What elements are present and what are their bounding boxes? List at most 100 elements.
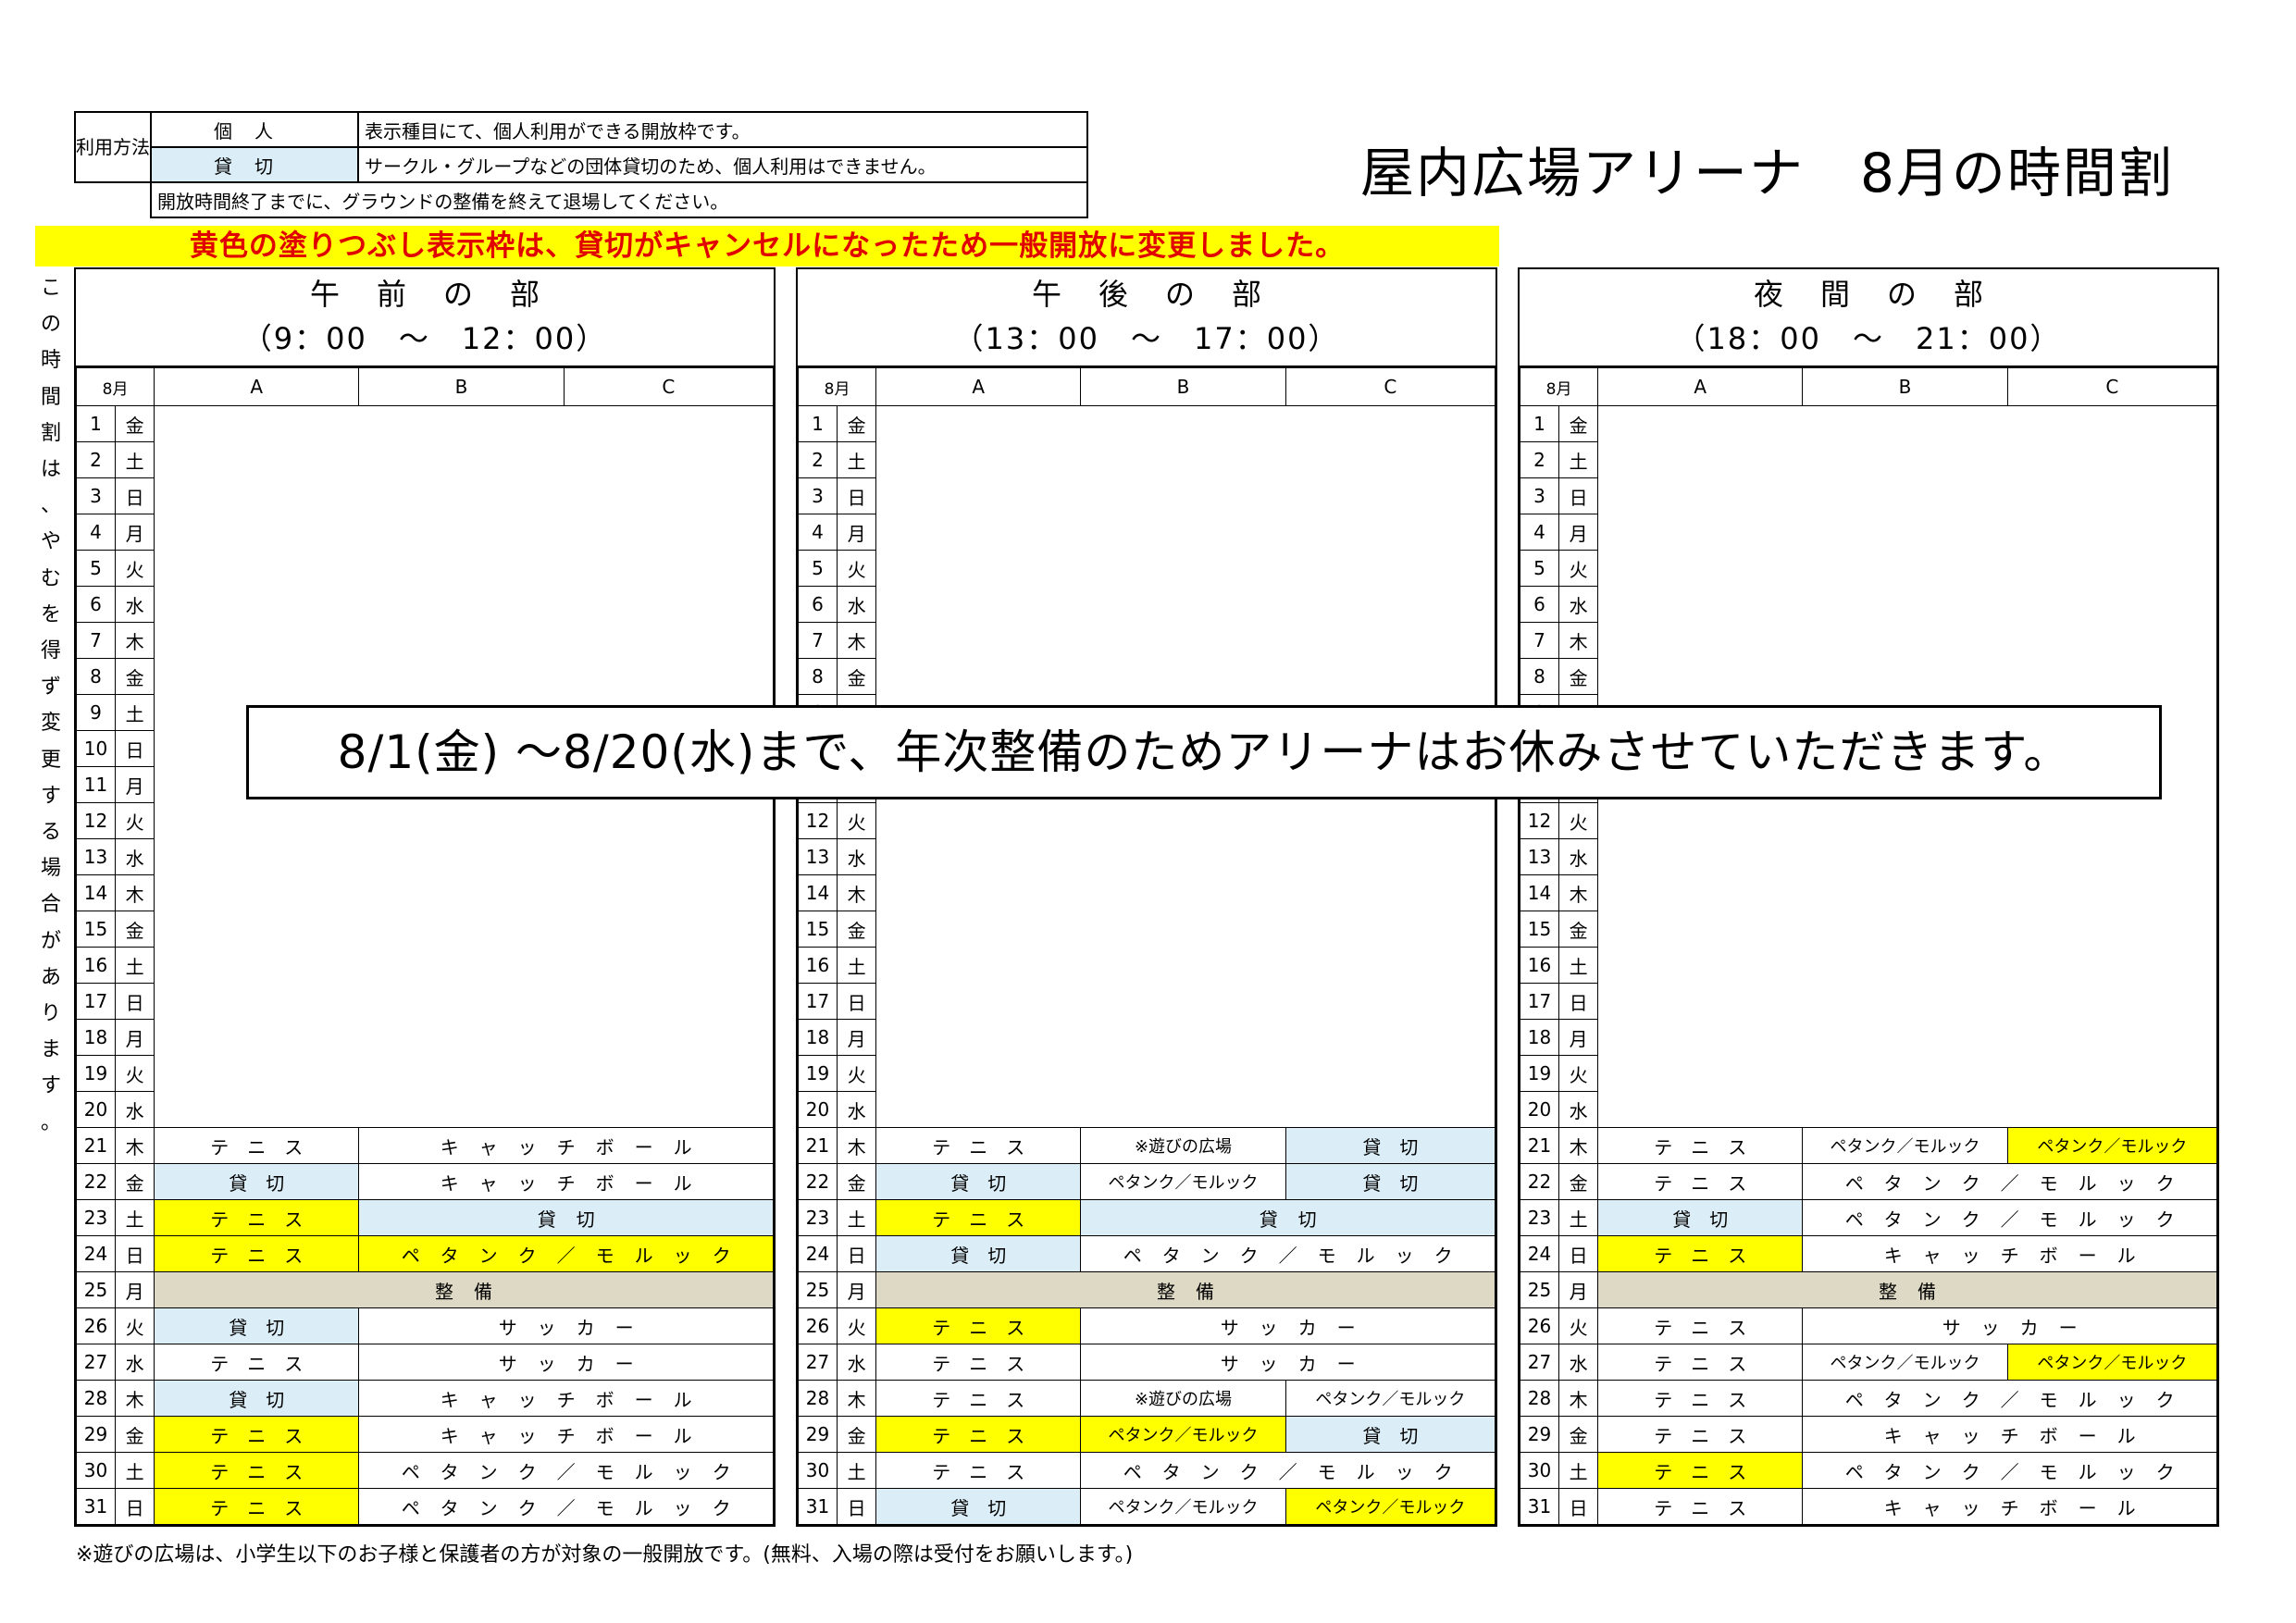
day-number: 6: [1519, 586, 1560, 623]
table-row: 22 金貸切 キャッチボール: [75, 1163, 774, 1200]
day-number: 1: [797, 405, 838, 442]
session-name: 午後の部: [1031, 277, 1298, 312]
slot-cell: キャッチボール: [358, 1127, 774, 1164]
weekday: 日: [1558, 1235, 1599, 1272]
day-number: 14: [75, 874, 117, 911]
slot-cell: 貸切: [1597, 1199, 1804, 1236]
weekday: 金: [837, 405, 877, 442]
session-time: （18：00 ～ 21：00）: [1675, 321, 2062, 356]
weekday: 土: [115, 694, 155, 731]
slot-cell: ※遊びの広場: [1080, 1380, 1286, 1417]
weekday: 金: [115, 658, 155, 695]
slot-cell: サッカー: [1080, 1307, 1496, 1344]
slot-cell: キャッチボール: [358, 1416, 774, 1453]
weekday: 金: [1558, 405, 1599, 442]
day-number: 31: [797, 1488, 838, 1525]
slot-cell: テニス: [875, 1452, 1082, 1489]
slot-cell: テニス: [154, 1344, 360, 1381]
day-number: 10: [75, 730, 117, 767]
day-number: 23: [1519, 1199, 1560, 1236]
weekday: 月: [115, 1271, 155, 1308]
col-b: B: [1080, 367, 1286, 406]
col-c: C: [2006, 367, 2218, 406]
slot-cell: テニス: [875, 1416, 1082, 1453]
weekday: 水: [837, 1344, 877, 1381]
day-number: 24: [797, 1235, 838, 1272]
day-number: 13: [1519, 838, 1560, 875]
day-number: 5: [1519, 550, 1560, 587]
table-row: 31 日貸切 ペタンク／モルック ペタンク／モルック: [797, 1488, 1496, 1525]
table-row: 30 土テニス ペタンク／モルック: [797, 1452, 1496, 1489]
weekday: 日: [837, 1235, 877, 1272]
weekday: 土: [1558, 441, 1599, 478]
slot-cell: 整備: [875, 1271, 1496, 1308]
weekday: 月: [837, 514, 877, 551]
weekday: 土: [115, 1199, 155, 1236]
col-c: C: [563, 367, 775, 406]
day-number: 30: [75, 1452, 117, 1489]
weekday: 火: [1558, 550, 1599, 587]
slot-cell: テニス: [1597, 1235, 1804, 1272]
day-number: 7: [797, 622, 838, 659]
day-number: 2: [1519, 441, 1560, 478]
weekday: 水: [115, 1344, 155, 1381]
day-number: 15: [75, 911, 117, 948]
slot-cell: キャッチボール: [358, 1163, 774, 1200]
day-number: 25: [797, 1271, 838, 1308]
col-b: B: [358, 367, 565, 406]
morning-schedule: 午前の部 （9：00 ～ 12：00） 8月 A B C 1 金 2 土 3 日 4 月 5 火 6 水 7 木 8 金 9…: [74, 267, 776, 1527]
weekday: 日: [1558, 1488, 1599, 1525]
day-number: 24: [1519, 1235, 1560, 1272]
weekday: 土: [837, 947, 877, 984]
slot-cell: キャッチボール: [358, 1380, 774, 1417]
table-row: 26 火テニス サッカー: [797, 1307, 1496, 1344]
schedule-table: 8月ABC1金2土3日4月5火6水7木8金9土10日11月12火13水14木15…: [1519, 367, 2218, 1525]
day-number: 5: [75, 550, 117, 587]
weekday: 木: [1558, 1127, 1599, 1164]
slot-cell: ※遊びの広場: [1080, 1127, 1286, 1164]
table-row: 29 金テニス キャッチボール: [75, 1416, 774, 1453]
day-number: 17: [797, 983, 838, 1020]
slot-cell: 貸切: [1285, 1163, 1496, 1200]
day-number: 13: [75, 838, 117, 875]
table-row: 25 月整備: [75, 1271, 774, 1308]
schedule-table: 8月ABC1金2土3日4月5火6水7木8金9土10日11月12火13水14木15…: [75, 367, 775, 1525]
day-number: 12: [1519, 802, 1560, 839]
weekday: 水: [115, 1091, 155, 1128]
day-number: 1: [75, 405, 117, 442]
day-number: 3: [797, 477, 838, 514]
day-number: 1: [1519, 405, 1560, 442]
slot-cell: テニス: [875, 1199, 1082, 1236]
weekday: 火: [837, 802, 877, 839]
day-number: 21: [1519, 1127, 1560, 1164]
table-row: 1金: [797, 405, 1496, 1128]
weekday: 日: [1558, 477, 1599, 514]
footnote: ※遊びの広場は、小学生以下のお子様と保護者の方が対象の一般開放です。(無料、入場…: [76, 1543, 1134, 1567]
weekday: 日: [115, 1488, 155, 1525]
day-number: 31: [1519, 1488, 1560, 1525]
slot-cell: 貸切: [1285, 1416, 1496, 1453]
table-row: 21 木テニス ※遊びの広場 貸切: [797, 1127, 1496, 1164]
slot-cell: テニス: [154, 1452, 360, 1489]
slot-cell: 貸切: [875, 1488, 1082, 1525]
weekday: 木: [115, 1380, 155, 1417]
col-a: A: [1597, 367, 1804, 406]
slot-cell: ペタンク／モルック: [1080, 1416, 1286, 1453]
day-number: 21: [75, 1127, 117, 1164]
table-row: 27 水テニス サッカー: [75, 1344, 774, 1381]
weekday: 日: [837, 1488, 877, 1525]
day-number: 17: [75, 983, 117, 1020]
slot-cell: ペタンク／モルック: [1285, 1488, 1496, 1525]
weekday: 月: [115, 514, 155, 551]
weekday: 木: [1558, 1380, 1599, 1417]
col-month: 8月: [797, 367, 877, 406]
day-number: 26: [1519, 1307, 1560, 1344]
session-name: 午前の部: [309, 277, 577, 312]
slot-cell: テニス: [154, 1416, 360, 1453]
col-month: 8月: [1519, 367, 1599, 406]
slot-cell: キャッチボール: [1802, 1488, 2217, 1525]
slot-cell: テニス: [1597, 1416, 1804, 1453]
slot-cell: ペタンク／モルック: [1080, 1163, 1286, 1200]
weekday: 水: [1558, 1344, 1599, 1381]
weekday: 火: [1558, 802, 1599, 839]
